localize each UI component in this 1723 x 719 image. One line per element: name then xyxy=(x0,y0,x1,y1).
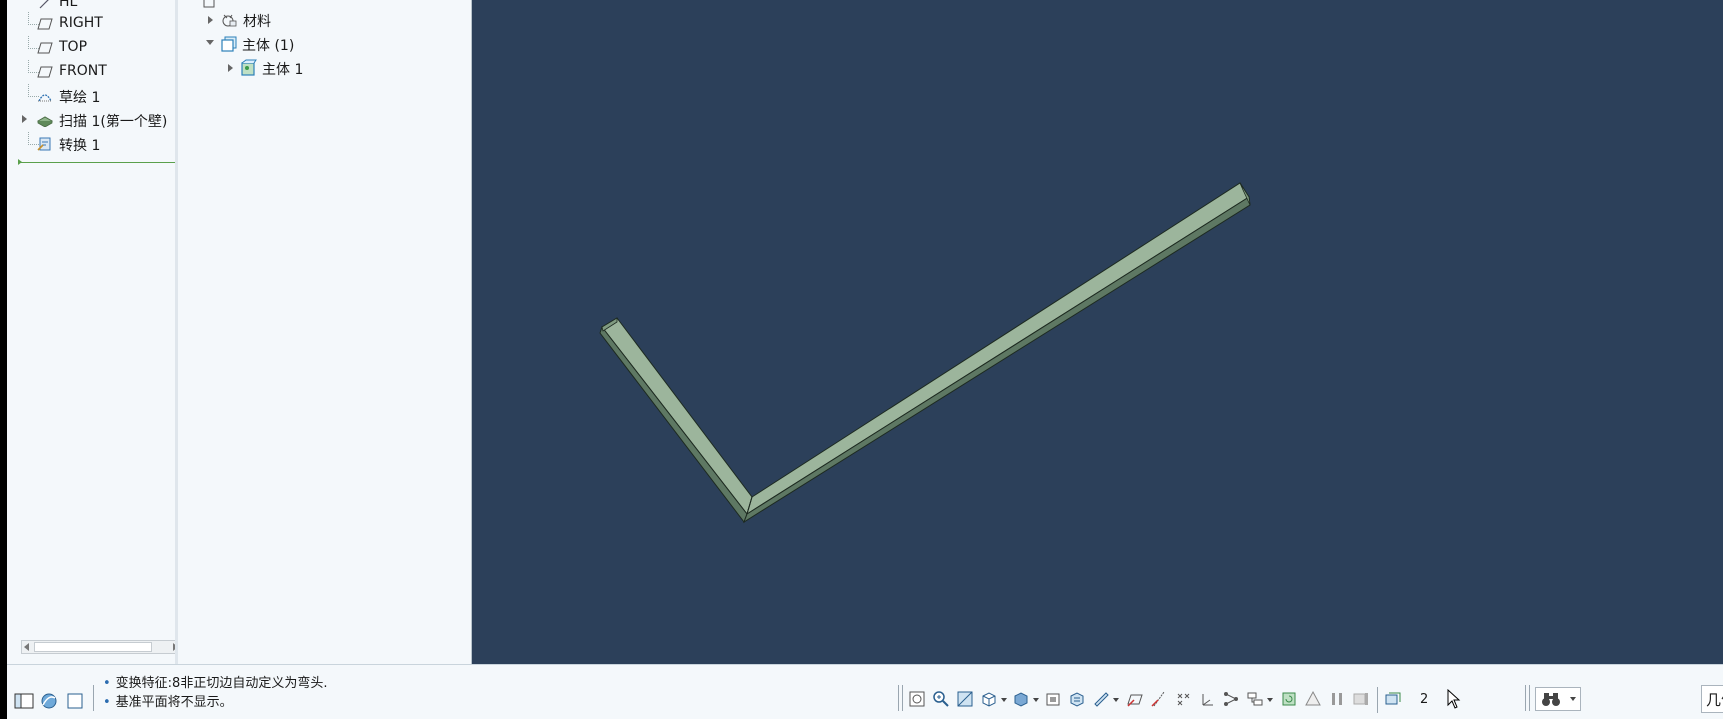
collapse-arrow-icon[interactable] xyxy=(206,40,214,45)
3d-part-model[interactable] xyxy=(472,0,1723,664)
tree-item-conversion[interactable]: 转换 1 xyxy=(7,132,175,156)
find-button[interactable] xyxy=(1535,687,1581,711)
display-style-icon[interactable] xyxy=(1011,689,1031,709)
separator xyxy=(898,685,899,711)
status-bar: 变换特征:8非正切边自动定义为弯头. 基准平面将不显示。 xyxy=(7,664,1723,719)
tree-item-label: 主体 (1) xyxy=(242,38,295,54)
detail-tree-item-body-1[interactable]: 主体 1 xyxy=(178,56,468,80)
selection-filter[interactable]: 几何 xyxy=(1701,685,1723,713)
binoculars-icon xyxy=(1540,690,1562,712)
sketch-icon xyxy=(37,88,53,104)
sweep-wall-icon xyxy=(37,112,53,128)
model-tree-horizontal-scrollbar[interactable] xyxy=(21,640,175,654)
mouse-pointer-icon xyxy=(1447,688,1461,713)
datum-point-display-icon[interactable] xyxy=(1173,689,1193,709)
zoom-in-icon[interactable] xyxy=(931,689,951,709)
separator xyxy=(902,685,903,711)
refit-icon[interactable] xyxy=(907,689,927,709)
tree-item-label: 转换 1 xyxy=(59,138,101,154)
dropdown-arrow-icon[interactable] xyxy=(1033,698,1039,702)
spin-center-icon[interactable] xyxy=(1221,689,1241,709)
tree-item-label: RIGHT xyxy=(59,15,103,31)
message-area: 变换特征:8非正切边自动定义为弯头. 基准平面将不显示。 xyxy=(103,674,328,712)
conversion-icon xyxy=(37,136,53,152)
tree-item-label: 扫描 1(第一个壁) xyxy=(59,114,168,130)
tree-item-label: 主体 1 xyxy=(262,62,304,78)
graphics-viewport[interactable] xyxy=(472,0,1723,664)
tree-item-sketch[interactable]: 草绘 1 xyxy=(7,84,175,108)
separator xyxy=(93,685,94,711)
detail-tree-item-material[interactable]: 材料 xyxy=(178,8,468,32)
datum-plane-icon xyxy=(37,16,53,32)
show-navigator-icon[interactable] xyxy=(14,691,34,711)
tree-item-top[interactable]: TOP xyxy=(7,36,175,60)
separator xyxy=(1525,685,1526,711)
datum-plane-icon xyxy=(37,64,53,80)
perspective-view-icon[interactable] xyxy=(1043,689,1063,709)
body-icon xyxy=(239,59,257,77)
tree-item-label: 材料 xyxy=(243,14,271,30)
insert-here-indicator[interactable] xyxy=(18,159,175,165)
csys-display-icon[interactable] xyxy=(1197,689,1217,709)
show-browser-icon[interactable] xyxy=(39,691,59,711)
scrollbar-thumb[interactable] xyxy=(34,642,152,652)
graphics-toolbar xyxy=(907,687,1467,715)
pause-icon[interactable] xyxy=(1327,689,1347,709)
skip-icon[interactable] xyxy=(1351,689,1371,709)
datum-axis-icon xyxy=(37,0,53,11)
dropdown-arrow-icon[interactable] xyxy=(1001,698,1007,702)
saved-orientations-icon[interactable] xyxy=(979,689,999,709)
view-manager-icon[interactable] xyxy=(1067,689,1087,709)
triangle-warning-icon[interactable] xyxy=(1303,689,1323,709)
zoom-out-icon[interactable] xyxy=(955,689,975,709)
tree-item-front[interactable]: FRONT xyxy=(7,60,175,84)
tree-item-label: FRONT xyxy=(59,63,107,79)
section-icon[interactable] xyxy=(1091,689,1111,709)
separator xyxy=(1529,685,1530,711)
scroll-left-icon[interactable] xyxy=(24,643,29,651)
dropdown-arrow-icon[interactable] xyxy=(1267,698,1273,702)
tree-item-label: TOP xyxy=(59,39,88,55)
tree-item-label: HL xyxy=(59,0,78,10)
tree-item-right[interactable]: RIGHT xyxy=(7,12,175,36)
full-screen-icon[interactable] xyxy=(65,691,85,711)
bodies-icon xyxy=(220,35,238,53)
regenerate-icon[interactable] xyxy=(1279,689,1299,709)
expand-arrow-icon[interactable] xyxy=(228,64,233,72)
tree-item-sweep[interactable]: 扫描 1(第一个壁) xyxy=(7,108,175,132)
expand-arrow-icon[interactable] xyxy=(22,115,27,123)
model-tree-panel: HL RIGHT TOP FRONT 草绘 1 扫描 1(第一个壁) 转换 1 xyxy=(7,0,176,664)
detail-tree-panel: 材料 主体 (1) 主体 1 xyxy=(178,0,473,664)
window-left-border xyxy=(0,0,7,718)
selected-count: 2 xyxy=(1420,692,1429,707)
annotation-display-icon[interactable] xyxy=(1245,689,1265,709)
datum-plane-display-icon[interactable] xyxy=(1125,689,1145,709)
dropdown-arrow-icon[interactable] xyxy=(1113,698,1119,702)
datum-plane-icon xyxy=(37,40,53,56)
material-icon xyxy=(220,11,238,29)
dropdown-arrow-icon[interactable] xyxy=(1570,697,1576,701)
expand-arrow-icon[interactable] xyxy=(208,16,213,24)
separator xyxy=(1377,687,1378,713)
selected-items-icon[interactable] xyxy=(1383,689,1403,709)
status-message: 基准平面将不显示。 xyxy=(103,693,327,712)
tree-item-label: 草绘 1 xyxy=(59,90,101,106)
datum-axis-display-icon[interactable] xyxy=(1149,689,1169,709)
status-message: 变换特征:8非正切边自动定义为弯头. xyxy=(103,674,328,693)
detail-tree-item-bodies[interactable]: 主体 (1) xyxy=(178,32,468,56)
